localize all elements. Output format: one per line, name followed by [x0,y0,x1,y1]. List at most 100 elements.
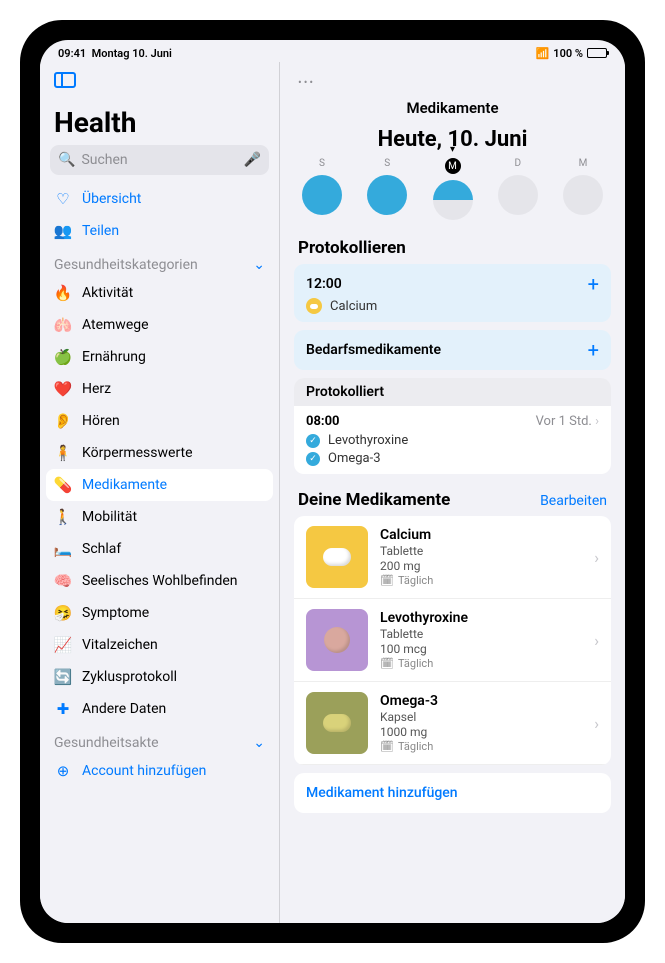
sidebar-item-label: Körpermesswerte [82,445,193,461]
pill-shape-icon [324,627,350,653]
device-frame: 09:41 Montag 10. Juni 📶 100 % Health 🔍 S… [20,20,645,943]
wifi-icon: 📶 [536,47,550,60]
vitals-icon: 📈 [54,636,72,654]
battery-pct: 100 % [553,47,583,60]
plus-icon[interactable]: + [588,338,599,362]
check-icon: ✓ [306,452,320,466]
sidebar-records-header[interactable]: Gesundheitsakte ⌄ [40,725,279,755]
day-col-today[interactable]: M [433,158,473,220]
sidebar-item-respiratory[interactable]: 🫁Atemwege [40,309,279,341]
app-title: Health [54,106,265,139]
calendar-icon: 🗓 [380,657,394,670]
pill-icon [306,298,322,314]
more-icon[interactable]: ••• [294,70,611,95]
sidebar-item-label: Mobilität [82,509,137,525]
sidebar-add-account[interactable]: ⊕ Account hinzufügen [40,755,279,787]
sidebar-toggle-icon[interactable] [54,72,76,88]
sidebar-item-label: Andere Daten [82,701,166,717]
logged-card[interactable]: Protokolliert 08:00 Vor 1 Std. › ✓Levoth… [294,378,611,474]
sidebar-categories-label: Gesundheitskategorien [54,257,198,273]
logged-item: Levothyroxine [328,433,408,448]
sidebar-item-hearing[interactable]: 👂Hören [40,405,279,437]
mic-icon[interactable]: 🎤 [244,152,261,168]
sidebar-item-medications[interactable]: 💊Medikamente [46,469,273,501]
sidebar-item-label: Herz [82,381,111,397]
sidebar-item-nutrition[interactable]: 🍏Ernährung [40,341,279,373]
day-label: S [319,158,325,169]
med-dose: 100 mcg [380,642,582,656]
chevron-down-icon: ⌄ [253,735,265,751]
logged-time: 08:00 [306,414,340,429]
day-col[interactable]: S [367,158,407,220]
med-form: Tablette [380,544,582,558]
sidebar-overview-label: Übersicht [82,191,141,207]
status-time: 09:41 [58,47,86,60]
sidebar-item-other[interactable]: ✚ Andere Daten [40,693,279,725]
med-form: Tablette [380,627,582,641]
sidebar-share[interactable]: 👥 Teilen [40,215,279,247]
sidebar-item-label: Seelisches Wohlbefinden [82,573,238,589]
logged-ago: Vor 1 Std. [536,414,592,429]
plus-icon[interactable]: + [588,272,599,296]
status-bar: 09:41 Montag 10. Juni 📶 100 % [40,40,625,62]
sidebar-item-label: Symptome [82,605,149,621]
heart-icon: ❤️ [54,380,72,398]
sidebar-item-symptoms[interactable]: 🤧Symptome [40,597,279,629]
med-item[interactable]: Omega-3 Kapsel 1000 mg 🗓Täglich › [294,682,611,765]
sidebar-item-label: Hören [82,413,120,429]
day-label: D [514,158,521,169]
edit-button[interactable]: Bearbeiten [540,493,607,509]
day-col[interactable]: M [563,158,603,220]
day-col[interactable]: S [302,158,342,220]
sidebar: Health 🔍 Suchen 🎤 ♡ Übersicht 👥 Teilen G… [40,62,280,923]
sidebar-item-body[interactable]: 🧍Körpermesswerte [40,437,279,469]
sidebar-item-cycle[interactable]: 🔄 Zyklusprotokoll [40,661,279,693]
sidebar-records-label: Gesundheitsakte [54,735,159,751]
med-thumb [306,526,368,588]
week-strip[interactable]: S S M D M [294,158,611,220]
sidebar-item-label: Atemwege [82,317,149,333]
med-form: Kapsel [380,710,582,724]
calendar-icon: 🗓 [380,740,394,753]
add-medication-button[interactable]: Medikament hinzufügen [294,773,611,813]
med-item[interactable]: Levothyroxine Tablette 100 mcg 🗓Täglich … [294,599,611,682]
day-label: S [384,158,390,169]
sidebar-item-vitals[interactable]: 📈Vitalzeichen [40,629,279,661]
med-dose: 1000 mg [380,725,582,739]
add-med-card[interactable]: Medikament hinzufügen [294,773,611,813]
logged-item: Omega-3 [328,451,381,466]
sidebar-share-label: Teilen [82,223,119,239]
sidebar-categories-header[interactable]: Gesundheitskategorien ⌄ [40,247,279,277]
chevron-down-icon: ⌄ [253,257,265,273]
sidebar-item-mindfulness[interactable]: 🧠Seelisches Wohlbefinden [40,565,279,597]
sidebar-item-heart[interactable]: ❤️ Herz [40,373,279,405]
as-needed-label: Bedarfsmedikamente [306,342,441,358]
med-name: Levothyroxine [380,610,582,626]
search-icon: 🔍 [58,152,75,168]
your-meds-title: Deine Medikamente [298,490,450,510]
sidebar-item-mobility[interactable]: 🚶Mobilität [40,501,279,533]
search-input[interactable]: 🔍 Suchen 🎤 [50,145,269,175]
logged-header: Protokolliert [294,378,611,406]
chevron-right-icon: › [594,631,599,650]
as-needed-card[interactable]: Bedarfsmedikamente + [294,330,611,370]
plus-icon: ✚ [54,700,72,718]
med-item[interactable]: Calcium Tablette 200 mg 🗓Täglich › [294,516,611,599]
content-panel: ••• Medikamente Heute, 10. Juni S S M D … [280,62,625,923]
log-time: 12:00 [306,276,342,292]
sidebar-item-activity[interactable]: 🔥Aktivität [40,277,279,309]
day-col[interactable]: D [498,158,538,220]
sidebar-item-sleep[interactable]: 🛏️Schlaf [40,533,279,565]
sidebar-add-account-label: Account hinzufügen [82,763,206,779]
day-label: M [445,158,461,174]
log-med-name: Calcium [330,299,377,314]
med-name: Calcium [380,527,582,543]
page-title: Medikamente [294,99,611,117]
med-freq: Täglich [398,740,433,753]
day-label: M [579,158,588,169]
sidebar-overview[interactable]: ♡ Übersicht [40,183,279,215]
pills-icon: 💊 [54,476,72,494]
cycle-icon: 🔄 [54,668,72,686]
log-scheduled-card[interactable]: 12:00 + Calcium [294,264,611,322]
sidebar-item-label: Zyklusprotokoll [82,669,177,685]
